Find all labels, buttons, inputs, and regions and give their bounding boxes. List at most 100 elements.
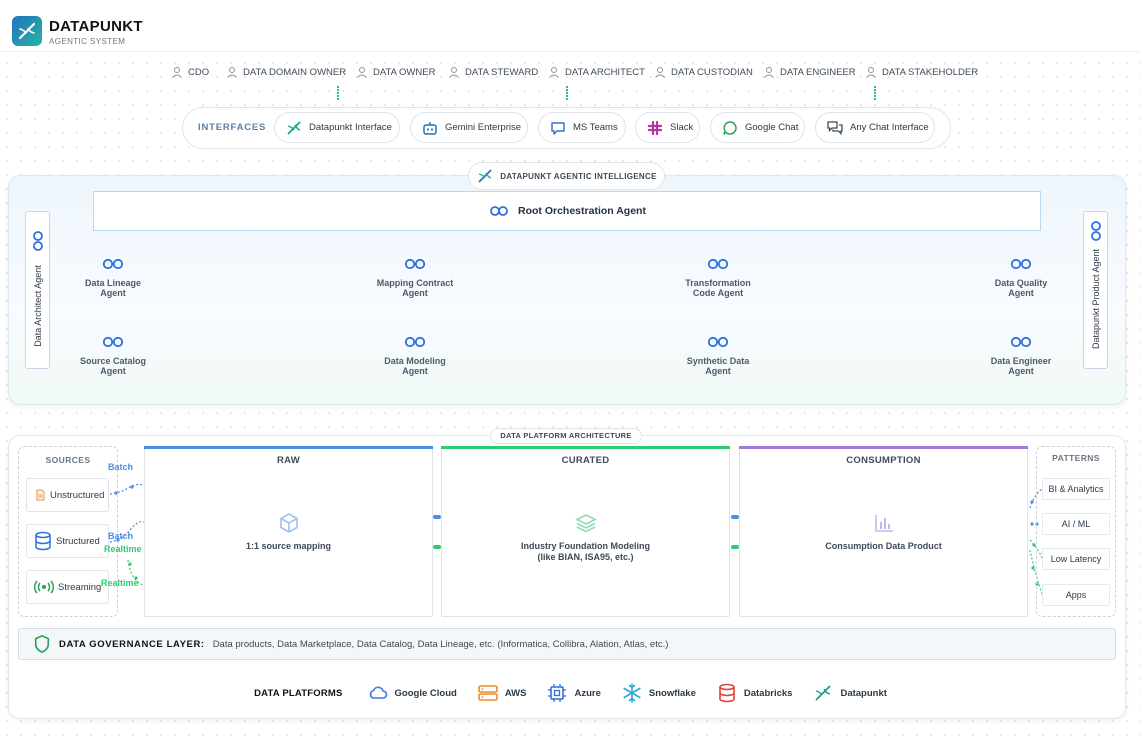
realtime-connector <box>433 545 441 549</box>
agent-suffix: Agent <box>705 366 731 376</box>
agent-source-catalog[interactable]: Source Catalog Agent <box>53 336 173 376</box>
stage-description: Industry Foundation Modeling <box>521 541 650 551</box>
batch-connector <box>731 515 739 519</box>
source-streaming[interactable]: Streaming <box>26 570 109 604</box>
stage-raw[interactable]: RAW 1:1 source mapping <box>144 446 433 617</box>
agent-transformation-code[interactable]: Transformation Code Agent <box>658 258 778 298</box>
cube-icon <box>279 513 298 533</box>
side-agent-label: Datapunkt Product Agent <box>1090 249 1101 350</box>
agent-suffix: Code Agent <box>692 288 744 298</box>
role-data-owner[interactable]: DATA OWNER <box>356 66 435 78</box>
cloud-icon <box>369 686 387 699</box>
stage-description-2: (like BIAN, ISA95, etc.) <box>537 552 634 562</box>
role-data-stakeholder[interactable]: DATA STAKEHOLDER <box>865 66 978 78</box>
data-architect-agent[interactable]: Data Architect Agent <box>25 211 50 369</box>
role-label: DATA ARCHITECT <box>565 66 645 78</box>
datapunkt-logo[interactable] <box>12 16 42 46</box>
slack-icon <box>647 120 663 135</box>
chats-icon <box>827 120 843 135</box>
root-agent-label: Root Orchestration Agent <box>518 205 646 217</box>
agent-name: Synthetic Data <box>686 356 750 366</box>
datapunkt-product-agent[interactable]: Datapunkt Product Agent <box>1083 211 1108 369</box>
pattern-ai-ml[interactable]: AI / ML <box>1042 513 1110 535</box>
role-connector <box>337 86 339 100</box>
agent-name: Transformation <box>685 278 751 288</box>
agent-data-quality[interactable]: Data Quality Agent <box>961 258 1081 298</box>
agent-name: Data Modeling <box>384 356 446 366</box>
role-label: CDO <box>188 66 210 78</box>
role-data-custodian[interactable]: DATA CUSTODIAN <box>654 66 753 78</box>
interface-any-chat[interactable]: Any Chat Interface <box>815 112 935 143</box>
layers-icon <box>574 514 597 533</box>
database-icon <box>719 683 735 703</box>
infinity-icon <box>33 231 43 251</box>
pattern-apps[interactable]: Apps <box>1042 584 1110 606</box>
source-label: Unstructured <box>50 489 105 501</box>
agent-data-modeling[interactable]: Data Modeling Agent <box>355 336 475 376</box>
interface-gemini-enterprise[interactable]: Gemini Enterprise <box>410 112 528 143</box>
person-icon <box>549 67 559 78</box>
stage-description: 1:1 source mapping <box>245 541 332 551</box>
data-platforms-row: DATA PLATFORMS Google Cloud AWS Azure Sn… <box>0 679 1141 707</box>
infinity-icon <box>1010 336 1032 348</box>
stage-title: RAW <box>276 455 301 466</box>
realtime-connector <box>731 545 739 549</box>
platform-google-cloud[interactable]: Google Cloud <box>367 682 457 704</box>
interface-slack[interactable]: Slack <box>635 112 700 143</box>
role-label: DATA STEWARD <box>465 66 539 78</box>
server-icon <box>478 685 498 701</box>
role-data-domain-owner[interactable]: DATA DOMAIN OWNER <box>226 66 346 78</box>
interface-label: MS Teams <box>573 122 618 133</box>
app-header <box>0 0 1141 52</box>
pattern-low-latency[interactable]: Low Latency <box>1042 548 1110 570</box>
agent-suffix: Agent <box>100 288 126 298</box>
agent-data-lineage[interactable]: Data Lineage Agent <box>53 258 173 298</box>
role-cdo[interactable]: CDO <box>171 66 209 78</box>
platform-snowflake[interactable]: Snowflake <box>621 682 696 704</box>
stage-curated[interactable]: CURATED Industry Foundation Modeling (li… <box>441 446 730 617</box>
agent-mapping-contract[interactable]: Mapping Contract Agent <box>355 258 475 298</box>
platforms-label: DATA PLATFORMS <box>254 687 343 699</box>
patterns-title: PATTERNS <box>1052 453 1100 463</box>
shield-icon <box>34 635 50 653</box>
governance-label: DATA GOVERNANCE LAYER: <box>59 638 205 650</box>
role-data-steward[interactable]: DATA STEWARD <box>448 66 538 78</box>
role-data-architect[interactable]: DATA ARCHITECT <box>548 66 645 78</box>
agent-synthetic-data[interactable]: Synthetic Data Agent <box>658 336 778 376</box>
chat-circle-icon <box>723 120 737 135</box>
interface-ms-teams[interactable]: MS Teams <box>538 112 626 143</box>
dna-icon <box>18 22 36 40</box>
interface-label: Datapunkt Interface <box>309 122 392 133</box>
platform-azure[interactable]: Azure <box>546 682 601 704</box>
agent-name: Data Lineage <box>84 278 142 288</box>
realtime-label: Realtime <box>101 578 139 588</box>
pattern-bi-analytics[interactable]: BI & Analytics <box>1042 478 1110 500</box>
platform-databricks[interactable]: Databricks <box>716 682 792 704</box>
stage-consumption[interactable]: CONSUMPTION Consumption Data Product <box>739 446 1028 617</box>
platform-label: Datapunkt <box>840 687 887 699</box>
role-data-engineer[interactable]: DATA ENGINEER <box>763 66 856 78</box>
stage-accent-bar <box>144 446 433 449</box>
role-label: DATA CUSTODIAN <box>671 66 753 78</box>
agent-suffix: Agent <box>1008 366 1034 376</box>
interface-google-chat[interactable]: Google Chat <box>710 112 805 143</box>
chat-bubble-icon <box>551 121 565 135</box>
platform-datapunkt[interactable]: Datapunkt <box>812 682 887 704</box>
sources-title: SOURCES <box>45 455 91 465</box>
platform-aws[interactable]: AWS <box>477 682 527 704</box>
agent-data-engineer[interactable]: Data Engineer Agent <box>961 336 1081 376</box>
source-structured[interactable]: Structured <box>26 524 109 558</box>
platform-label: AWS <box>504 687 527 699</box>
agent-name: Source Catalog <box>79 356 146 366</box>
agent-suffix: Agent <box>1008 288 1034 298</box>
interface-datapunkt[interactable]: Datapunkt Interface <box>274 112 400 143</box>
stage-title: CURATED <box>561 455 610 466</box>
data-governance-layer[interactable]: DATA GOVERNANCE LAYER: Data products, Da… <box>18 628 1116 660</box>
snowflake-icon <box>623 683 641 703</box>
root-orchestration-agent[interactable]: Root Orchestration Agent <box>93 191 1041 231</box>
agentic-intelligence-badge: DATAPUNKT AGENTIC INTELLIGENCE <box>468 162 665 190</box>
agent-suffix: Agent <box>100 366 126 376</box>
governance-description: Data products, Data Marketplace, Data Ca… <box>212 638 669 650</box>
source-unstructured[interactable]: Unstructured <box>26 478 109 512</box>
person-icon <box>172 67 182 78</box>
